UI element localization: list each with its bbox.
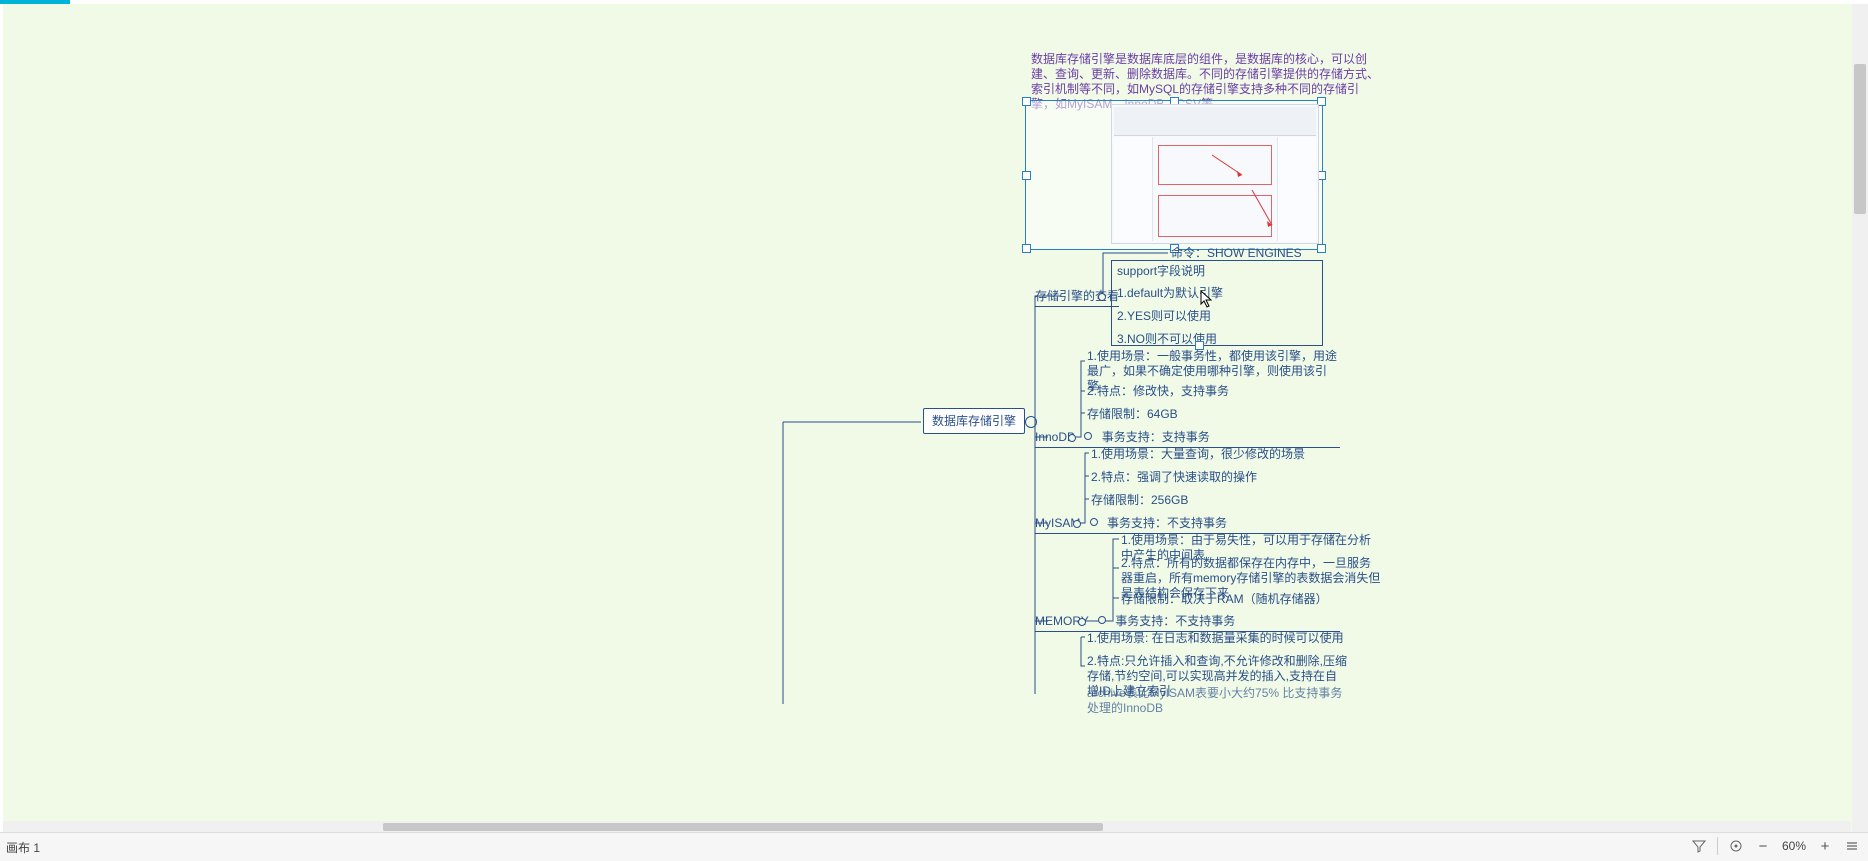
resize-handle-nw[interactable] <box>1022 97 1031 106</box>
root-node[interactable]: 数据库存储引擎 <box>923 408 1025 434</box>
myisam-expand-dot[interactable] <box>1073 520 1081 528</box>
myisam-use: 1.使用场景：大量查询，很少修改的场景 <box>1091 447 1305 462</box>
separator <box>1717 837 1718 855</box>
innodb-node[interactable]: InnoDB 事务支持：支持事务 <box>1035 430 1340 448</box>
zoom-value[interactable]: 60% <box>1782 839 1806 853</box>
myisam-feature: 2.特点：强调了快速读取的操作 <box>1091 470 1257 485</box>
myisam-dot[interactable] <box>1090 518 1098 526</box>
archive-extra: archive表比MyISAM表要小大约75% 比支持事务处理的InnoDB <box>1087 686 1347 716</box>
embedded-screenshot[interactable] <box>1111 104 1319 244</box>
innodb-dot[interactable] <box>1084 432 1092 440</box>
zoom-out-button[interactable]: − <box>1754 837 1772 855</box>
memory-expand-dot[interactable] <box>1078 618 1086 626</box>
progress-bar <box>0 0 70 4</box>
root-label: 数据库存储引擎 <box>932 414 1016 428</box>
target-icon[interactable] <box>1726 836 1746 856</box>
support-item2: 2.YES则可以使用 <box>1117 309 1211 324</box>
myisam-tx: 事务支持：不支持事务 <box>1107 516 1227 530</box>
root-expand-dot[interactable] <box>1025 416 1037 428</box>
innodb-expand-dot[interactable] <box>1068 434 1076 442</box>
support-title: support字段说明 <box>1117 264 1205 279</box>
view-expand-dot[interactable] <box>1098 293 1106 301</box>
menu-icon[interactable] <box>1842 836 1862 856</box>
canvas-tab[interactable]: 画布 1 <box>6 839 40 856</box>
resize-handle-w[interactable] <box>1022 171 1031 180</box>
innodb-limit: 存储限制：64GB <box>1087 407 1178 422</box>
vertical-scrollbar[interactable] <box>1852 4 1868 833</box>
view-node[interactable]: 存储引擎的查看 <box>1035 289 1119 307</box>
horizontal-scroll-thumb[interactable] <box>383 823 1103 831</box>
memory-tx: 事务支持：不支持事务 <box>1115 614 1235 628</box>
archive-use: 1.使用场景: 在日志和数据量采集的时候可以使用 <box>1087 631 1344 646</box>
cursor-icon <box>1200 290 1214 308</box>
zoom-in-button[interactable]: + <box>1816 837 1834 855</box>
innodb-feature: 2.特点：修改快，支持事务 <box>1087 384 1229 399</box>
mindmap-canvas[interactable]: 数据库存储引擎 数据库存储引擎是数据库底层的组件，是数据库的核心，可以创建、查询 <box>3 4 1865 833</box>
resize-handle-se[interactable] <box>1317 244 1326 253</box>
memory-dot[interactable] <box>1098 616 1106 624</box>
innodb-tx: 事务支持：支持事务 <box>1102 430 1210 444</box>
myisam-limit: 存储限制：256GB <box>1091 493 1188 508</box>
resize-handle-sw[interactable] <box>1022 244 1031 253</box>
memory-limit: 存储限制：取决于RAM（随机存储器） <box>1121 592 1328 607</box>
command-label[interactable]: 命令：SHOW ENGINES <box>1171 246 1302 261</box>
canvas-label: 画布 1 <box>6 841 40 855</box>
vertical-scroll-thumb[interactable] <box>1854 64 1866 214</box>
filter-icon[interactable] <box>1689 836 1709 856</box>
status-bar: 画布 1 − 60% + <box>0 832 1868 861</box>
